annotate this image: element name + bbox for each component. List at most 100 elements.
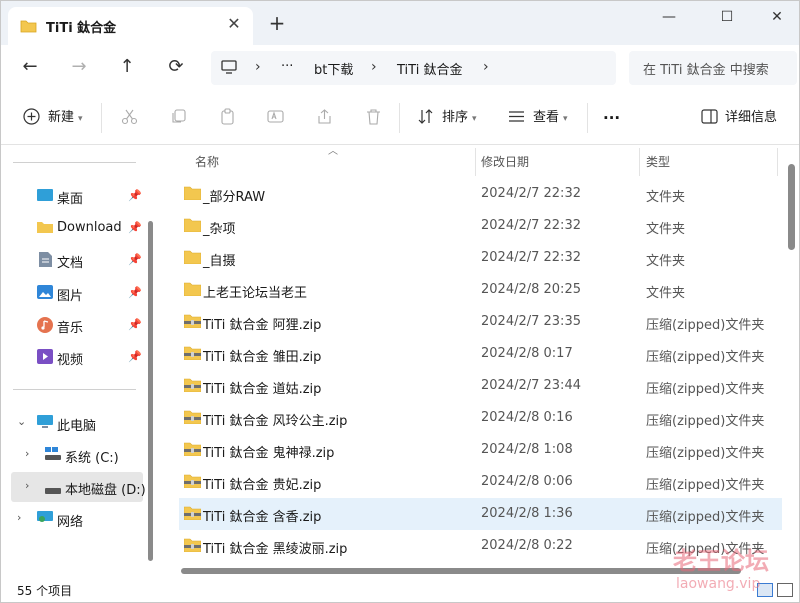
file-row[interactable]: _部分RAW 2024/2/7 22:32 文件夹 [179,178,782,210]
vertical-scrollbar[interactable] [788,164,795,250]
file-name: TiTi 鈦合金 阿狸.zip [203,318,322,333]
search-box[interactable]: 在 TiTi 鈦合金 中搜索 [629,51,797,85]
sidebar-item-desktop[interactable]: 桌面 📌 [1,181,146,211]
drive-icon [45,483,61,498]
chevron-right-icon[interactable]: › [25,447,29,460]
sort-button[interactable]: 排序 ▾ [442,105,477,131]
sidebar-item-label: 系统 (C:) [65,451,119,466]
watermark-url: laowang.vip [676,576,761,592]
chevron-right-icon[interactable]: › [17,511,21,524]
chevron-down-icon[interactable]: ⌄ [17,415,26,428]
file-date: 2024/2/7 22:32 [481,186,581,201]
column-header-name[interactable]: 名称 [195,153,219,170]
sidebar-item-label: 网络 [57,515,84,530]
file-date: 2024/2/8 0:22 [481,538,573,553]
breadcrumb-separator: › [371,59,377,75]
breadcrumb-separator: › [255,59,261,75]
sidebar-item-label: 文档 [57,256,84,271]
column-separator[interactable] [777,148,778,176]
forward-button[interactable]: → [65,55,93,79]
file-name: TiTi 鈦合金 风玲公主.zip [203,414,348,429]
file-row[interactable]: TiTi 鈦合金 阿狸.zip 2024/2/7 23:35 压缩(zipped)文… [179,306,782,338]
computer-icon [221,60,237,79]
file-name: TiTi 鈦合金 贵妃.zip [203,478,322,493]
details-button[interactable]: 详细信息 [725,105,777,131]
new-button[interactable]: 新建 ▾ [48,105,83,131]
rename-icon[interactable] [267,108,284,129]
file-row[interactable]: TiTi 鈦合金 道姑.zip 2024/2/7 23:44 压缩(zipped)文… [179,370,782,402]
plus-circle-icon [23,108,40,129]
column-separator[interactable] [639,148,640,176]
file-row[interactable]: TiTi 鈦合金 风玲公主.zip 2024/2/8 0:16 压缩(zipped)… [179,402,782,434]
video-icon [37,349,53,368]
sidebar-item-videos[interactable]: 视频 📌 [1,342,146,372]
sidebar-item-label: 桌面 [57,192,84,207]
file-name: _部分RAW [203,190,266,205]
minimize-button[interactable]: — [651,5,687,29]
refresh-button[interactable]: ⟳ [162,55,190,79]
new-tab-button[interactable]: + [267,13,287,33]
sidebar-item-drive-c[interactable]: › 系统 (C:) [1,440,146,470]
sidebar-item-label: 此电脑 [57,419,97,434]
address-bar[interactable]: › ··· bt下载 › TiTi 鈦合金 › [211,51,616,85]
share-icon[interactable] [316,108,333,129]
breadcrumb-item-bt[interactable]: bt下载 [314,59,353,78]
back-button[interactable]: ← [16,55,44,79]
windows-drive-icon [45,447,61,465]
file-name: 上老王论坛当老王 [203,286,308,301]
search-placeholder: 在 TiTi 鈦合金 中搜索 [643,63,769,78]
new-label: 新建 [48,110,75,125]
paste-icon[interactable] [219,108,236,129]
breadcrumb-item-titi[interactable]: TiTi 鈦合金 [397,59,462,78]
sidebar-item-download[interactable]: Download 📌 [1,213,146,243]
tab-close-button[interactable]: ✕ [224,14,244,34]
zip-folder-icon [183,410,202,428]
file-type: 压缩(zipped)文件夹 [646,510,765,525]
sidebar-item-pictures[interactable]: 图片 📌 [1,278,146,308]
more-options-button[interactable]: ··· [603,105,620,131]
horizontal-scrollbar[interactable] [181,568,741,574]
sidebar-item-music[interactable]: 音乐 📌 [1,310,146,340]
copy-icon[interactable] [170,108,187,129]
zip-folder-icon [183,538,202,556]
sidebar-item-documents[interactable]: 文档 📌 [1,245,146,275]
file-row[interactable]: TiTi 鈦合金 含香.zip 2024/2/8 1:36 压缩(zipped)文件… [179,498,782,530]
breadcrumb-separator[interactable]: › [483,59,489,75]
file-type: 压缩(zipped)文件夹 [646,446,765,461]
column-separator[interactable] [475,148,476,176]
sidebar-item-network[interactable]: › 网络 [1,504,146,534]
file-row[interactable]: TiTi 鈦合金 鬼神禄.zip 2024/2/8 1:08 压缩(zipped)文… [179,434,782,466]
tab-current[interactable]: TiTi 鈦合金 ✕ [8,7,253,45]
view-button[interactable]: 查看 ▾ [533,105,568,131]
details-pane-icon [701,108,718,129]
tiles-view-button[interactable] [777,583,793,597]
delete-icon[interactable] [365,108,382,129]
column-header-type[interactable]: 类型 [646,153,670,170]
tab-title: TiTi 鈦合金 [46,21,117,36]
chevron-right-icon[interactable]: › [25,479,29,492]
file-row[interactable]: TiTi 鈦合金 雏田.zip 2024/2/8 0:17 压缩(zipped)文件… [179,338,782,370]
view-icon [508,108,525,129]
file-row[interactable]: _杂项 2024/2/7 22:32 文件夹 [179,210,782,242]
up-button[interactable]: ↑ [113,55,141,79]
desktop-icon [37,188,53,206]
folder-icon [183,250,202,268]
sidebar-item-label: Download [57,220,122,235]
navigation-bar: ← → ↑ ⟳ › ··· bt下载 › TiTi 鈦合金 › 在 TiTi 鈦… [1,45,799,91]
file-row[interactable]: TiTi 鈦合金 贵妃.zip 2024/2/8 0:06 压缩(zipped)文件… [179,466,782,498]
sidebar-item-label: 视频 [57,353,84,368]
cut-icon[interactable] [121,108,138,129]
file-row[interactable]: 上老王论坛当老王 2024/2/8 20:25 文件夹 [179,274,782,306]
zip-folder-icon [183,378,202,396]
sidebar-item-this-pc[interactable]: ⌄ 此电脑 [1,408,146,438]
close-window-button[interactable]: ✕ [759,5,795,29]
column-header-date[interactable]: 修改日期 [481,153,529,170]
breadcrumb-more[interactable]: ··· [281,59,293,74]
sidebar-scrollbar[interactable] [148,221,153,561]
file-row[interactable]: _自摄 2024/2/7 22:32 文件夹 [179,242,782,274]
file-type: 压缩(zipped)文件夹 [646,318,765,333]
maximize-button[interactable]: ☐ [709,5,745,29]
sidebar-item-drive-d[interactable]: › 本地磁盘 (D:) [11,472,146,502]
chevron-down-icon: ▾ [472,114,477,124]
file-name: TiTi 鈦合金 含香.zip [203,510,322,525]
